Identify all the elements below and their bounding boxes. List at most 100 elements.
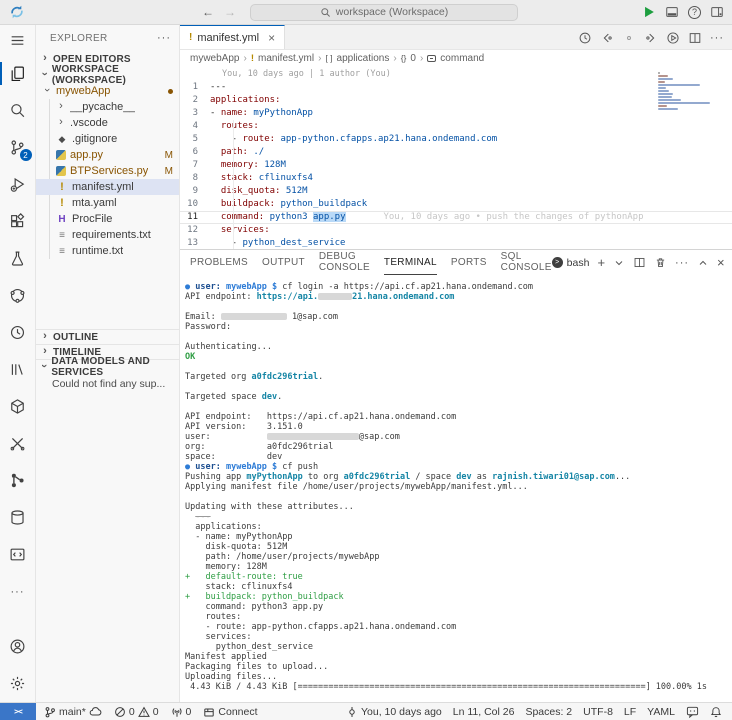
run-button[interactable]	[642, 5, 656, 19]
timeline-history-icon[interactable]	[578, 31, 592, 45]
encoding-status[interactable]: UTF-8	[583, 706, 613, 718]
customize-layout-icon[interactable]	[710, 5, 724, 19]
nav-forward-icon[interactable]: →	[224, 5, 236, 19]
activity-share[interactable]	[0, 277, 36, 314]
file-tree: › mywebApp › __pycache__ › .vscode ◆ .gitignore…	[36, 83, 179, 259]
new-terminal-icon[interactable]: +	[597, 255, 605, 270]
split-editor-icon[interactable]	[688, 31, 702, 45]
array-icon: [ ]	[325, 53, 333, 63]
editor-more-icon[interactable]: ···	[710, 32, 724, 44]
problems-status[interactable]: 0 0	[114, 706, 159, 718]
outline-section[interactable]: › OUTLINE	[36, 329, 179, 344]
close-icon[interactable]: ×	[268, 31, 275, 45]
connect-status[interactable]: Connect	[203, 706, 258, 718]
tree-item[interactable]: ! mta.yaml	[36, 195, 179, 211]
maximize-panel-icon[interactable]	[697, 257, 709, 269]
activity-library[interactable]	[0, 351, 36, 388]
breadcrumb-item[interactable]: mywebApp	[190, 53, 239, 64]
activity-deploy[interactable]	[0, 388, 36, 425]
code-editor[interactable]: You, 10 days ago | 1 author (You) 1 --- 2 a…	[180, 66, 732, 249]
connect-box-icon	[204, 708, 215, 716]
indentation-status[interactable]: Spaces: 2	[525, 706, 572, 718]
panel-more-icon[interactable]: ···	[675, 257, 689, 269]
workspace-section[interactable]: › WORKSPACE (WORKSPACE)	[36, 64, 179, 86]
language-mode[interactable]: YAML	[647, 706, 675, 718]
activity-code-check[interactable]	[0, 536, 36, 573]
tab-manifest-yml[interactable]: ! manifest.yml ×	[180, 25, 286, 49]
settings-button[interactable]	[0, 665, 36, 702]
breadcrumb-item[interactable]: command	[440, 53, 484, 64]
panel-tab-debug-console[interactable]: DEBUG CONSOLE	[319, 250, 370, 275]
breadcrumb-item[interactable]: applications	[337, 53, 390, 64]
minimap[interactable]	[658, 72, 710, 111]
trash-icon[interactable]	[654, 256, 667, 269]
tree-item[interactable]: H ProcFile	[36, 211, 179, 227]
terminal-line: user: @sap.com	[185, 432, 400, 442]
account-button[interactable]	[0, 628, 36, 665]
tree-item[interactable]: ! manifest.yml	[36, 179, 179, 195]
activity-search[interactable]	[0, 92, 36, 129]
terminal-line: stack: cflinuxfs4	[185, 582, 293, 592]
panel-tab-problems[interactable]: PROBLEMS	[190, 250, 248, 275]
feedback-icon[interactable]	[686, 705, 699, 718]
line-number: 9	[192, 186, 198, 196]
command-center[interactable]: workspace (Workspace)	[250, 3, 518, 21]
title-bar: ← → workspace (Workspace) ?	[0, 0, 732, 25]
breadcrumb-item[interactable]: manifest.yml	[258, 53, 314, 64]
panel-tab-terminal[interactable]: TERMINAL	[383, 250, 437, 275]
activity-database[interactable]	[0, 499, 36, 536]
activity-tools[interactable]	[0, 425, 36, 462]
panel-tab-ports[interactable]: PORTS	[451, 250, 487, 275]
activity-run-profile[interactable]	[0, 314, 36, 351]
cursor-position[interactable]: Ln 11, Col 26	[453, 706, 515, 718]
proc-file-icon: H	[58, 213, 66, 225]
panel-tab-output[interactable]: OUTPUT	[262, 250, 305, 275]
tree-item[interactable]: ≡ runtime.txt	[36, 243, 179, 259]
nav-forward-circle-icon[interactable]	[644, 31, 658, 45]
data-models-section[interactable]: › DATA MODELS AND SERVICES	[36, 356, 179, 378]
toggle-panel-icon[interactable]	[665, 5, 679, 19]
tree-item[interactable]: › __pycache__	[36, 99, 179, 115]
tree-item[interactable]: app.py M	[36, 147, 179, 163]
blame-status[interactable]: You, 10 days ago	[346, 706, 442, 718]
activity-source-control[interactable]: 2	[0, 129, 36, 166]
remote-indicator[interactable]: ><	[0, 703, 36, 720]
tree-item[interactable]: ≡ requirements.txt	[36, 227, 179, 243]
object-icon: {}	[400, 53, 407, 63]
tree-item[interactable]: › mywebApp	[36, 83, 179, 99]
shell-selector[interactable]: > bash	[551, 257, 589, 269]
python-file-icon	[56, 150, 66, 160]
nav-back-icon[interactable]: ←	[202, 5, 214, 19]
tree-item[interactable]: ◆ .gitignore	[36, 131, 179, 147]
activity-commits[interactable]	[0, 462, 36, 499]
panel-header: PROBLEMS OUTPUT DEBUG CONSOLE TERMINAL PORTS…	[180, 250, 732, 275]
notifications-bell-icon[interactable]	[710, 706, 722, 718]
close-panel-icon[interactable]: ×	[717, 255, 725, 270]
tree-item[interactable]: BTPServices.py M	[36, 163, 179, 179]
help-icon[interactable]: ?	[688, 5, 701, 19]
run-file-icon[interactable]	[666, 31, 680, 45]
branch-status[interactable]: main*	[44, 706, 102, 718]
terminal-output[interactable]: ● user: mywebApp $ cf login -a https://a…	[180, 275, 732, 702]
eol-status[interactable]: LF	[624, 706, 636, 718]
split-terminal-icon[interactable]	[633, 256, 646, 269]
activity-testing[interactable]	[0, 240, 36, 277]
activity-extensions[interactable]	[0, 203, 36, 240]
activity-run-debug[interactable]	[0, 166, 36, 203]
dot-icon[interactable]	[622, 31, 636, 45]
tree-item[interactable]: › .vscode	[36, 115, 179, 131]
code-text: path: ./	[220, 147, 265, 157]
chevron-down-icon: ›	[38, 364, 51, 368]
panel-tab-sql-console[interactable]: SQL CONSOLE	[501, 250, 552, 275]
sidebar-more-icon[interactable]: ···	[157, 32, 171, 44]
nav-back-circle-icon[interactable]	[600, 31, 614, 45]
breadcrumb-item[interactable]: 0	[410, 53, 416, 64]
menu-button[interactable]	[0, 25, 36, 55]
activity-explorer[interactable]	[0, 55, 36, 92]
activity-more[interactable]: ···	[0, 573, 36, 610]
terminal-line: ---	[195, 512, 211, 522]
ports-status[interactable]: 0	[171, 706, 191, 718]
chevron-down-icon[interactable]	[613, 257, 625, 269]
